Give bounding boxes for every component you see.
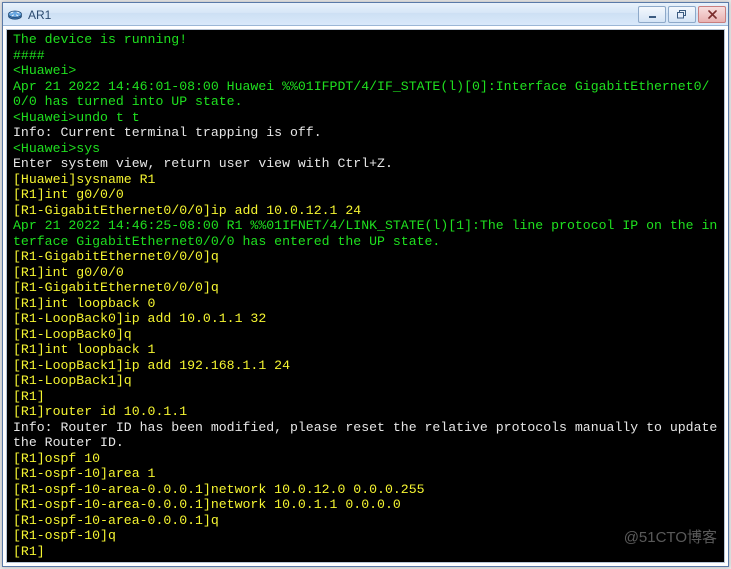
- terminal-container: The device is running!####<Huawei>Apr 21…: [3, 26, 728, 566]
- terminal-line: [R1]: [13, 389, 720, 405]
- terminal-line: [R1]int loopback 1: [13, 342, 720, 358]
- terminal-line: [R1]ospf 10: [13, 451, 720, 467]
- window-title: AR1: [28, 7, 636, 22]
- terminal-line: Enter system view, return user view with…: [13, 156, 720, 172]
- app-window: AR1 The device is running!####<Huawei>Ap…: [2, 2, 729, 567]
- terminal-line: [R1]: [13, 544, 720, 560]
- terminal-line: The device is running!: [13, 32, 720, 48]
- terminal-line: [R1-GigabitEthernet0/0/0]ip add 10.0.12.…: [13, 203, 720, 219]
- terminal-line: <Huawei>undo t t: [13, 110, 720, 126]
- terminal-line: [R1-ospf-10-area-0.0.0.1]network 10.0.12…: [13, 482, 720, 498]
- terminal-line: [R1]int g0/0/0: [13, 187, 720, 203]
- terminal-line: [R1-ospf-10-area-0.0.0.1]q: [13, 513, 720, 529]
- terminal[interactable]: The device is running!####<Huawei>Apr 21…: [6, 29, 725, 563]
- terminal-line: Info: Router ID has been modified, pleas…: [13, 420, 720, 451]
- router-icon: [7, 6, 23, 22]
- terminal-line: [R1-GigabitEthernet0/0/0]q: [13, 249, 720, 265]
- terminal-line: [R1]int g0/0/0: [13, 265, 720, 281]
- terminal-line: [R1-GigabitEthernet0/0/0]q: [13, 280, 720, 296]
- terminal-line: Apr 21 2022 14:46:25-08:00 R1 %%01IFNET/…: [13, 218, 720, 249]
- restore-button[interactable]: [668, 6, 696, 23]
- terminal-line: [R1-ospf-10]area 1: [13, 466, 720, 482]
- minimize-button[interactable]: [638, 6, 666, 23]
- terminal-line: [Huawei]sysname R1: [13, 172, 720, 188]
- window-controls: [636, 6, 726, 23]
- terminal-output: The device is running!####<Huawei>Apr 21…: [7, 30, 724, 561]
- terminal-line: [R1]int loopback 0: [13, 296, 720, 312]
- terminal-line: [R1-ospf-10-area-0.0.0.1]network 10.0.1.…: [13, 497, 720, 513]
- terminal-line: [R1]router id 10.0.1.1: [13, 404, 720, 420]
- terminal-line: [R1-ospf-10]q: [13, 528, 720, 544]
- titlebar[interactable]: AR1: [3, 3, 728, 26]
- terminal-line: ####: [13, 48, 720, 64]
- terminal-line: [R1-LoopBack0]ip add 10.0.1.1 32: [13, 311, 720, 327]
- terminal-line: Apr 21 2022 14:46:01-08:00 Huawei %%01IF…: [13, 79, 720, 110]
- terminal-line: [R1-LoopBack1]ip add 192.168.1.1 24: [13, 358, 720, 374]
- terminal-line: [R1-LoopBack1]q: [13, 373, 720, 389]
- terminal-line: Info: Current terminal trapping is off.: [13, 125, 720, 141]
- terminal-line: <Huawei>: [13, 63, 720, 79]
- terminal-line: <Huawei>sys: [13, 141, 720, 157]
- terminal-line: [R1-LoopBack0]q: [13, 327, 720, 343]
- close-button[interactable]: [698, 6, 726, 23]
